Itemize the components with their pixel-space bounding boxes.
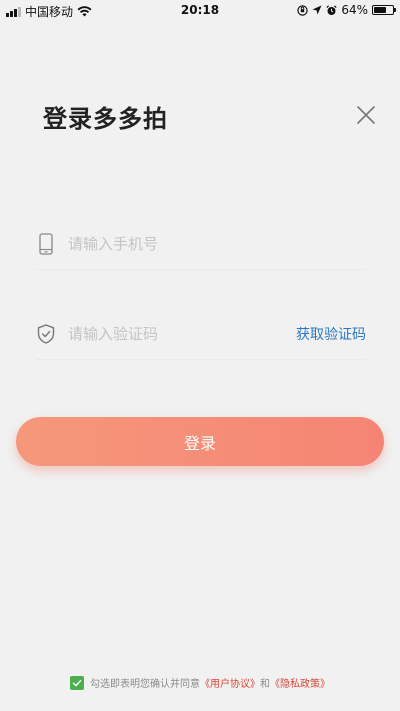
login-button[interactable]: 登录: [16, 417, 384, 466]
agreement-conjunction: 和: [260, 679, 270, 690]
battery-icon: [372, 5, 396, 15]
check-icon: [72, 679, 82, 686]
alarm-clock-icon: [326, 4, 337, 15]
get-code-button[interactable]: 获取验证码: [296, 324, 366, 344]
page-title: 登录多多拍: [43, 105, 168, 133]
status-bar: 中国移动 20:18 64%: [0, 0, 400, 22]
code-row: 获取验证码: [36, 309, 366, 360]
phone-icon: [36, 232, 56, 256]
phone-input[interactable]: [68, 235, 366, 253]
login-screen: 中国移动 20:18 64% 登录多多拍 请输入手机号 请输入验证码 获取验证码…: [0, 0, 400, 711]
location-arrow-icon: [312, 5, 322, 15]
phone-row: [36, 219, 366, 270]
user-agreement-link[interactable]: 《用户协议》: [200, 675, 260, 690]
privacy-policy-link[interactable]: 《隐私政策》: [270, 675, 330, 690]
login-button-label: 登录: [183, 433, 216, 453]
agreement-prefix: 勾选即表明您确认并同意: [90, 679, 200, 690]
code-input[interactable]: [68, 325, 296, 343]
status-right: 64%: [297, 3, 396, 17]
battery-percent: 64%: [341, 3, 368, 17]
agreement: 勾选即表明您确认并同意 《用户协议》 和 《隐私政策》: [0, 675, 400, 690]
agree-checkbox[interactable]: [70, 675, 84, 690]
close-icon: [357, 106, 375, 124]
battery-level: [374, 7, 386, 13]
shield-check-icon: [36, 322, 56, 346]
close-button[interactable]: [352, 101, 380, 129]
orientation-lock-icon: [297, 4, 309, 16]
